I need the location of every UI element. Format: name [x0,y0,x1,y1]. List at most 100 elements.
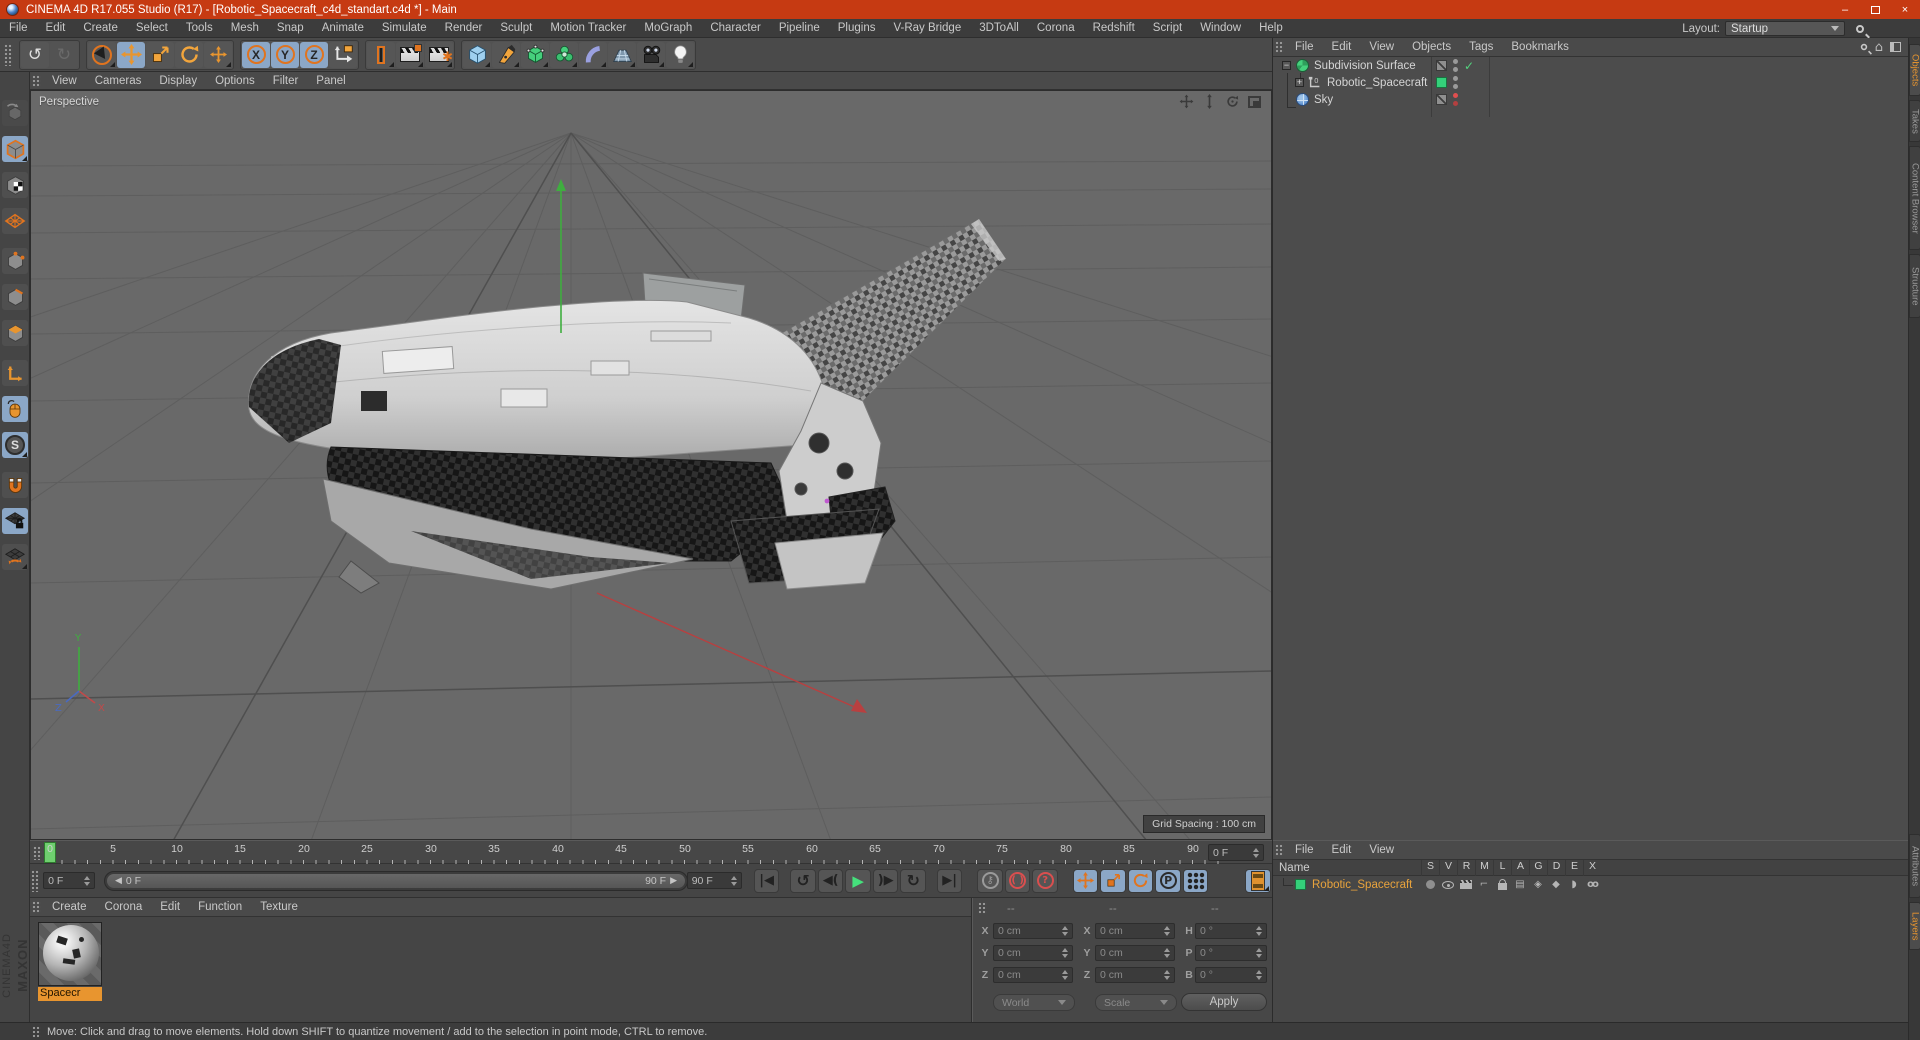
record-keyframe-button[interactable]: ⚷ [977,868,1003,893]
render-visibility-dot[interactable] [1453,84,1458,89]
menu-create[interactable]: Create [74,19,127,37]
viewport-canvas[interactable]: Y X Z Perspective Grid Spacing : 100 cm [30,90,1272,840]
mat-menu-function[interactable]: Function [189,898,251,916]
planar-workplane-button[interactable] [2,544,28,570]
render-visibility-dot[interactable] [1453,101,1458,106]
transport-grip[interactable] [31,869,40,892]
rot-h-field[interactable]: 0 ° [1195,923,1267,939]
spinner-icon[interactable] [1164,948,1170,958]
layout-dropdown[interactable]: Startup [1725,21,1845,36]
preview-range-bar[interactable]: ◀ 0 F 90 F ▶ [107,874,685,888]
menu-render[interactable]: Render [436,19,492,37]
lm-menu-file[interactable]: File [1286,841,1323,859]
generator-state-icon[interactable]: ◈ [1529,877,1547,892]
expression-state-icon[interactable]: ◗ [1565,877,1583,892]
tab-layers[interactable]: Layers [1909,902,1920,950]
menu-help[interactable]: Help [1250,19,1292,37]
apply-button[interactable]: Apply [1181,993,1267,1011]
solo-dot-icon[interactable] [1421,877,1439,892]
viewport-toggle-panel-icon[interactable] [1248,95,1261,108]
om-menu-file[interactable]: File [1286,38,1323,56]
object-row-subdivision-surface[interactable]: − Subdivision Surface ✓ [1273,57,1909,74]
undo-button[interactable]: ↺ [21,41,49,68]
viewport-pan-icon[interactable] [1179,94,1194,109]
pos-z-field[interactable]: 0 cm [993,967,1073,983]
visibility-eye-icon[interactable] [1439,877,1457,892]
lock-y-axis-button[interactable]: Y [271,41,299,68]
add-subdivision-surface-button[interactable] [521,41,549,68]
goto-end-button[interactable]: ▶| [936,868,963,893]
close-button[interactable]: × [1890,0,1920,19]
menu-script[interactable]: Script [1144,19,1191,37]
menu-character[interactable]: Character [701,19,770,37]
mat-menu-texture[interactable]: Texture [251,898,307,916]
editor-visibility-dot[interactable] [1453,93,1458,98]
tab-content-browser[interactable]: Content Browser [1909,146,1920,250]
coordinate-mode-dropdown[interactable]: Scale [1095,994,1177,1011]
om-panel-icon[interactable] [1890,42,1901,52]
material-grip[interactable] [32,901,41,913]
make-editable-button[interactable] [2,100,28,126]
tab-objects[interactable]: Objects [1909,44,1920,96]
size-z-field[interactable]: 0 cm [1095,967,1175,983]
om-menu-tags[interactable]: Tags [1460,38,1502,56]
display-color-swatch[interactable] [1436,77,1447,88]
minimize-button[interactable]: – [1830,0,1860,19]
xref-icon[interactable]: oo [1583,877,1601,892]
previous-key-button[interactable]: ◀( [817,868,844,893]
layer-manager-grip[interactable] [1275,844,1284,856]
viewport-menu-filter[interactable]: Filter [264,72,308,89]
viewport-menu-display[interactable]: Display [150,72,206,89]
object-row-sky[interactable]: Sky [1273,91,1909,108]
add-spline-button[interactable] [492,41,520,68]
timeline-ruler[interactable]: 0 5 10 15 20 25 30 35 40 45 50 55 60 65 … [30,840,1272,865]
goto-start-button[interactable]: |◀ [753,868,780,893]
spinner-icon[interactable] [731,876,737,886]
menu-sculpt[interactable]: Sculpt [491,19,541,37]
lock-icon[interactable] [1493,877,1511,892]
size-x-field[interactable]: 0 cm [1095,923,1175,939]
range-end-field[interactable]: 90 F [686,872,742,889]
editor-visibility-dot[interactable] [1453,76,1458,81]
tab-takes[interactable]: Takes [1909,100,1920,142]
texture-mode-button[interactable] [2,172,28,198]
mat-menu-corona[interactable]: Corona [96,898,152,916]
render-clapper-icon[interactable] [1457,877,1475,892]
maximize-button[interactable] [1860,0,1890,19]
range-start-field[interactable]: 0 F [43,872,95,889]
material-name-label[interactable]: Spacecr [38,987,102,1001]
size-y-field[interactable]: 0 cm [1095,945,1175,961]
layer-row-robotic-spacecraft[interactable]: Robotic_Spacecraft ⌐ ▤ ◈ ◆ ◗ oo [1273,876,1909,893]
next-key-button[interactable]: )▶ [872,868,899,893]
collapse-icon[interactable]: − [1282,61,1291,70]
animation-icon[interactable]: ▤ [1511,877,1529,892]
menu-mograph[interactable]: MoGraph [635,19,701,37]
menu-plugins[interactable]: Plugins [829,19,885,37]
om-search-icon[interactable] [1860,43,1867,51]
spinner-icon[interactable] [1253,848,1259,858]
edges-mode-button[interactable] [2,284,28,310]
lock-x-axis-button[interactable]: X [242,41,270,68]
enabled-check-icon[interactable]: ✓ [1464,59,1474,73]
menu-corona[interactable]: Corona [1028,19,1084,37]
viewport-rotate-icon[interactable] [1225,94,1240,109]
viewport-zoom-icon[interactable] [1202,94,1217,109]
spinner-icon[interactable] [1256,926,1262,936]
record-position-toggle[interactable] [1072,868,1099,893]
viewport-menu-view[interactable]: View [43,72,86,89]
render-visibility-dot[interactable] [1453,67,1458,72]
mat-menu-edit[interactable]: Edit [151,898,189,916]
current-frame-field[interactable]: 0 F [1208,844,1264,861]
add-generator-button[interactable] [550,41,578,68]
menu-window[interactable]: Window [1191,19,1250,37]
om-menu-view[interactable]: View [1360,38,1403,56]
render-view-button[interactable] [367,41,395,68]
menu-animate[interactable]: Animate [313,19,373,37]
loop-button[interactable]: ↻ [900,868,926,893]
play-button[interactable]: ▶ [845,868,871,893]
add-camera-button[interactable] [637,41,665,68]
menu-pipeline[interactable]: Pipeline [770,19,829,37]
add-light-button[interactable] [666,41,694,68]
last-used-tool-button[interactable] [204,41,232,68]
lock-workplane-button[interactable] [2,508,28,534]
